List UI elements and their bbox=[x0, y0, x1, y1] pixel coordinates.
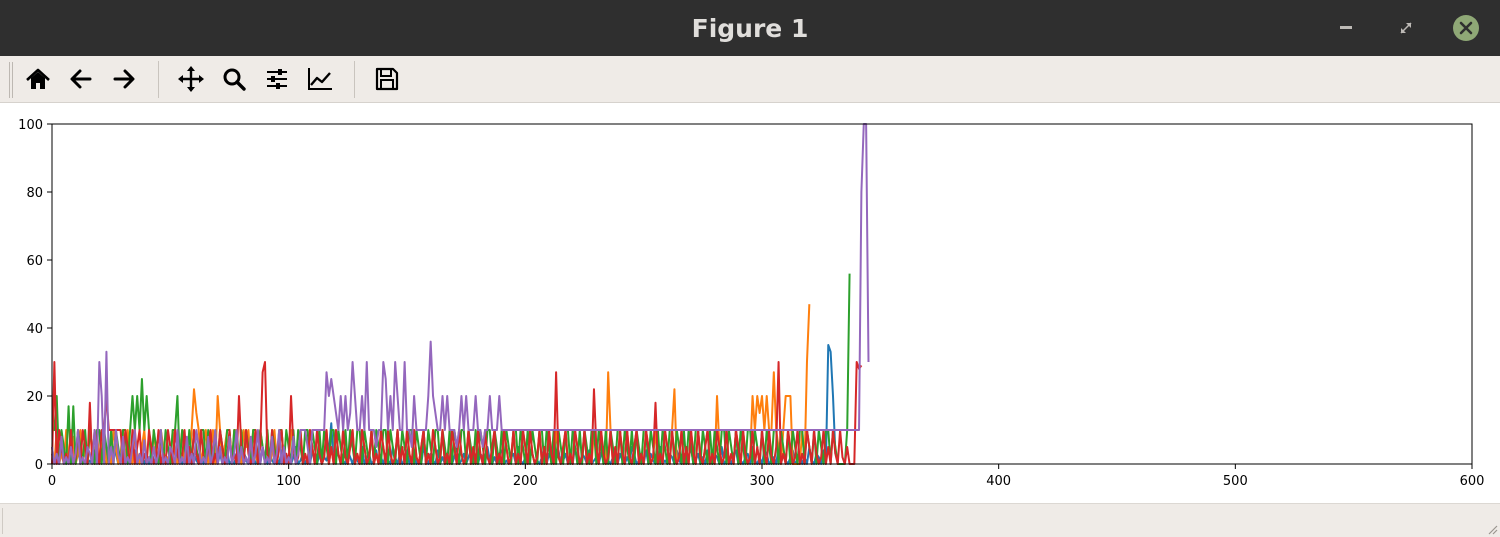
status-bar-edge bbox=[2, 508, 3, 534]
close-icon bbox=[1453, 15, 1479, 41]
close-button[interactable] bbox=[1452, 14, 1480, 42]
maximize-button[interactable] bbox=[1392, 14, 1420, 42]
arrow-left-icon bbox=[70, 69, 92, 89]
arrow-right-icon bbox=[113, 69, 135, 89]
minimize-icon bbox=[1340, 26, 1352, 29]
save-button[interactable] bbox=[372, 64, 402, 94]
y-tick-label: 100 bbox=[18, 118, 43, 133]
x-tick-label: 600 bbox=[1460, 474, 1485, 489]
forward-button[interactable] bbox=[109, 64, 139, 94]
resize-grip-icon[interactable] bbox=[1486, 523, 1498, 535]
toolbar-grip[interactable] bbox=[9, 62, 15, 98]
home-icon bbox=[26, 68, 50, 89]
x-tick-label: 200 bbox=[513, 474, 538, 489]
y-tick-label: 40 bbox=[26, 322, 43, 337]
x-tick-label: 400 bbox=[986, 474, 1011, 489]
y-tick-label: 0 bbox=[35, 458, 43, 473]
minimize-button[interactable] bbox=[1332, 14, 1360, 42]
x-tick-label: 0 bbox=[48, 474, 56, 489]
magnifier-icon bbox=[223, 68, 246, 91]
figure-canvas[interactable]: 0 100 200 300 400 500 600 0 20 40 60 80 100 bbox=[0, 103, 1500, 503]
sliders-icon bbox=[267, 69, 287, 89]
pan-button[interactable] bbox=[176, 64, 206, 94]
toolbar bbox=[0, 56, 1500, 103]
window-title: Figure 1 bbox=[691, 14, 809, 43]
toolbar-separator bbox=[354, 61, 355, 98]
back-button[interactable] bbox=[66, 64, 96, 94]
y-tick-label: 80 bbox=[26, 186, 43, 201]
line-chart: 0 100 200 300 400 500 600 0 20 40 60 80 100 bbox=[18, 118, 1485, 489]
move-icon bbox=[178, 66, 204, 92]
home-button[interactable] bbox=[23, 64, 53, 94]
x-tick-label: 300 bbox=[750, 474, 775, 489]
x-tick-label: 500 bbox=[1223, 474, 1248, 489]
zoom-button[interactable] bbox=[219, 64, 249, 94]
axes-background bbox=[52, 124, 1472, 464]
edit-axis-button[interactable] bbox=[305, 64, 335, 94]
status-bar bbox=[0, 503, 1500, 537]
maximize-icon bbox=[1400, 22, 1412, 34]
configure-subplots-button[interactable] bbox=[262, 64, 292, 94]
line-chart-icon bbox=[308, 68, 332, 90]
toolbar-separator bbox=[158, 61, 159, 98]
y-tick-label: 60 bbox=[26, 254, 43, 269]
x-tick-label: 100 bbox=[276, 474, 301, 489]
y-tick-label: 20 bbox=[26, 390, 43, 405]
floppy-disk-icon bbox=[375, 67, 399, 91]
window-titlebar[interactable]: Figure 1 bbox=[0, 0, 1500, 57]
